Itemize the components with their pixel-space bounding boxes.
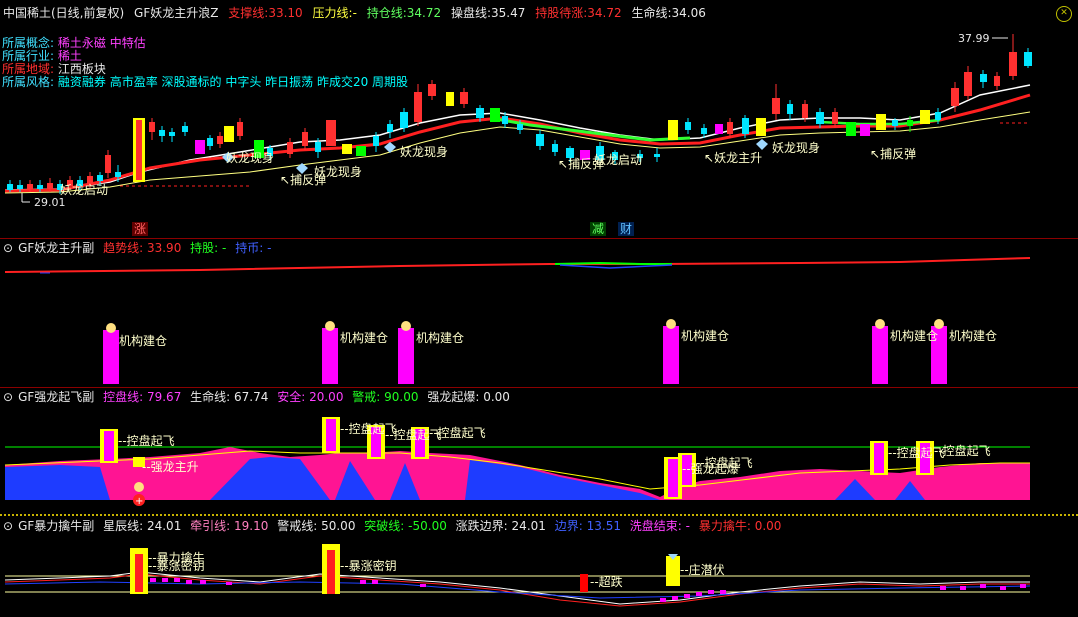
divider-3 [0,514,1078,516]
main-candlestick-chart[interactable]: 37.99 29.01 妖龙启动 妖龙现身 ↖捕反弹 妖龙现身 妖龙现身 ↖捕反… [0,0,1078,240]
panel4-sig-2: --暴涨密钥 [148,558,205,573]
svg-text:+: + [135,496,143,507]
divider-2 [0,387,1078,388]
label-zhang: 涨 [134,221,146,236]
label-yaolong-qidong: 妖龙启动 [60,183,108,197]
label-yaolong-xianshen-1: 妖龙现身 [226,150,274,165]
label-yaolong-xianshen-2: 妖龙现身 [314,164,362,179]
label-cai: 财 [620,222,632,236]
panel2-signal-6: 机构建仓 [949,328,997,343]
label-yaolong-xianshen-3: 妖龙现身 [400,144,448,159]
panel3-sig-7: --强龙起爆 [682,462,739,476]
panel3-sig-2: --强龙主升 [142,460,199,474]
label-yaolong-zhusheng: ↖妖龙主升 [704,151,762,165]
low-price-label: 29.01 [34,196,66,209]
panel4-settings-icon: ⊙ [3,519,14,533]
panel3-settings-icon: ⊙ [3,390,14,404]
label-yaolong-qidong-2: 妖龙启动 [594,153,642,167]
candles [7,34,1032,194]
panel3-chart[interactable]: + --控盘起飞 --强龙主升 --控盘起飞 --控盘起飞 --控盘起飞 --控… [0,405,1078,513]
panel3-sig-5: --控盘起飞 [429,425,486,440]
panel3-sig-9: --控盘起飞 [934,443,991,458]
panel4-sig-4: --超跌 [590,574,623,589]
panel2-signal-2: 机构建仓 [340,330,388,345]
divider-1 [0,238,1078,239]
label-bufantan-3: ↖捕反弹 [870,146,916,161]
panel2-settings-icon: ⊙ [3,241,14,255]
panel2-signal-3: 机构建仓 [416,330,464,345]
panel4-sig-5: --庄潜伏 [680,562,725,577]
panel3-sig-1: --控盘起飞 [118,433,175,448]
high-price-label: 37.99 [958,32,990,45]
panel2-title: ⊙ GF妖龙主升副 趋势线: 33.90 持股: - 持币: - [3,241,272,255]
panel2-signal-4: 机构建仓 [681,328,729,343]
panel4-title: ⊙ GF暴力擒牛副 星辰线: 24.01 牵引线: 19.10 警戒线: 50.0… [3,519,782,533]
panel4-chart[interactable]: --暴力擒牛 --暴涨密钥 --暴涨密钥 --超跌 --庄潜伏 [0,534,1078,617]
label-yaolong-xianshen-4: 妖龙现身 [772,140,820,155]
panel3-title: ⊙ GF强龙起飞副 控盘线: 79.67 生命线: 67.74 安全: 20.00… [3,390,510,404]
panel2-chart[interactable]: 机构建仓 机构建仓 机构建仓 机构建仓 机构建仓 机构建仓 [0,256,1078,388]
panel2-signal-1: 机构建仓 [119,333,167,348]
label-jian: 减 [592,222,604,236]
panel4-sig-3: --暴涨密钥 [340,558,397,573]
panel2-signal-5: 机构建仓 [890,328,938,343]
